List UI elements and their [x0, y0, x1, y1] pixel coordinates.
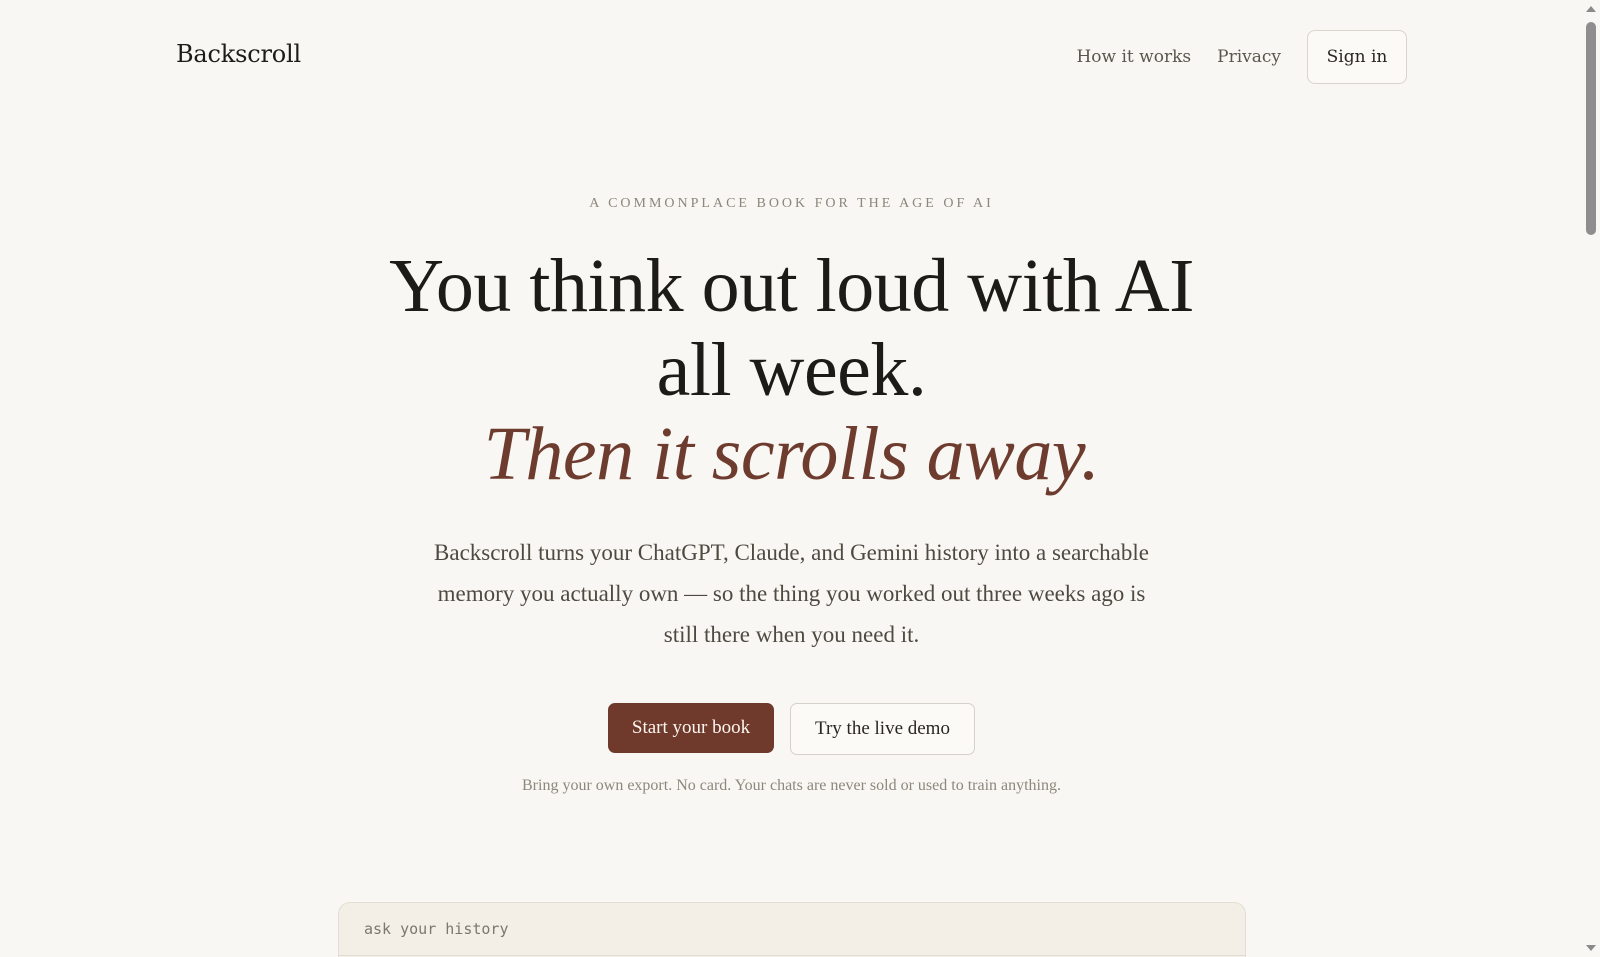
brand-logo[interactable]: Backscroll	[176, 40, 301, 68]
hero-fineprint: Bring your own export. No card. Your cha…	[522, 777, 1061, 794]
headline-line-1: You think out loud with AI	[389, 244, 1194, 328]
landing-page: Backscroll How it works Privacy Sign in …	[0, 0, 1583, 957]
try-live-demo-button[interactable]: Try the live demo	[790, 703, 975, 755]
page-scrollbar[interactable]	[1583, 0, 1600, 957]
history-search-box[interactable]: ask your history	[338, 902, 1246, 957]
history-box-divider	[339, 955, 1245, 956]
headline-accent: Then it scrolls away.	[483, 412, 1100, 496]
scrollbar-thumb[interactable]	[1586, 22, 1596, 235]
top-nav: How it works Privacy Sign in	[1076, 30, 1407, 84]
nav-how-it-works-link[interactable]: How it works	[1076, 47, 1191, 67]
hero-eyebrow: A COMMONPLACE BOOK FOR THE AGE OF AI	[589, 196, 994, 211]
hero-subcopy: Backscroll turns your ChatGPT, Claude, a…	[434, 540, 1149, 647]
scroll-up-arrow-icon[interactable]	[1586, 6, 1596, 12]
sign-in-button[interactable]: Sign in	[1307, 30, 1407, 84]
history-search-label: ask your history	[364, 920, 509, 938]
headline-line-2: all week.	[656, 328, 927, 412]
cta-group: Start your book Try the live demo	[0, 703, 1583, 755]
start-your-book-button[interactable]: Start your book	[608, 703, 774, 753]
hero-headline: You think out loud with AI all week. The…	[0, 244, 1583, 496]
nav-privacy-link[interactable]: Privacy	[1217, 47, 1281, 67]
scroll-down-arrow-icon[interactable]	[1586, 945, 1596, 951]
